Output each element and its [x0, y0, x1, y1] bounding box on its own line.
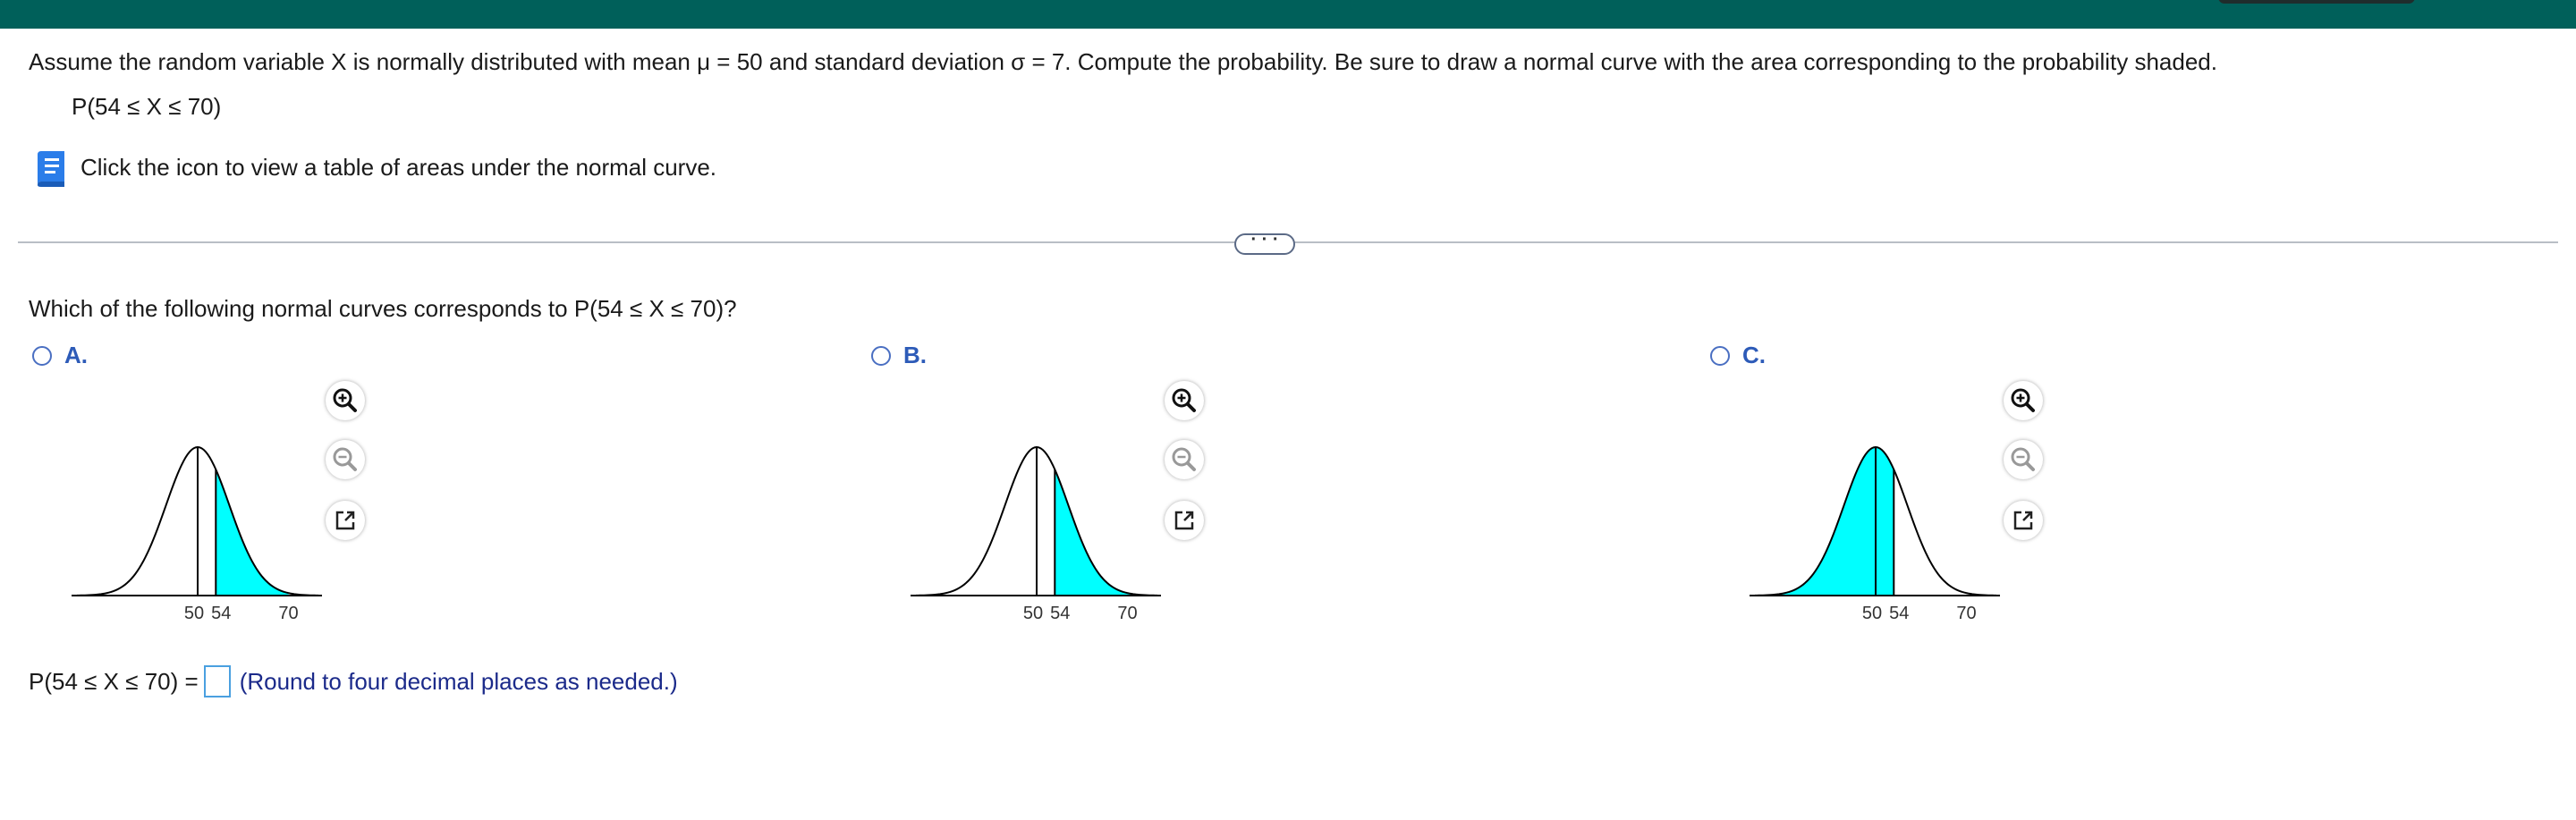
- zoom-out-icon[interactable]: [1165, 440, 1204, 479]
- option-b-graph: 50 54 70: [911, 429, 1179, 626]
- top-right-button[interactable]: [2218, 0, 2415, 4]
- option-c-graph: 50 54 70: [1750, 429, 2018, 626]
- zoom-out-icon[interactable]: [326, 440, 365, 479]
- option-b-tick-label-70: 70: [1117, 604, 1137, 623]
- question-text: Assume the random variable X is normally…: [29, 48, 2217, 75]
- option-c-shaded-area: [1755, 447, 1894, 596]
- answer-input[interactable]: [203, 665, 231, 697]
- zoom-in-icon[interactable]: [1165, 381, 1204, 420]
- option-a-radio[interactable]: [32, 345, 52, 366]
- popout-icon[interactable]: [2004, 501, 2043, 540]
- option-a-shaded-area: [216, 469, 289, 596]
- option-a-graph: 50 54 70: [72, 429, 340, 626]
- table-link-text[interactable]: Click the icon to view a table of areas …: [80, 154, 716, 182]
- option-b[interactable]: B.: [871, 342, 927, 369]
- book-icon[interactable]: [32, 149, 68, 189]
- answer-note: (Round to four decimal places as needed.…: [239, 667, 678, 695]
- popout-icon[interactable]: [1165, 501, 1204, 540]
- option-b-tick-label-50: 50: [1023, 604, 1043, 623]
- popout-icon[interactable]: [326, 501, 365, 540]
- zoom-in-icon[interactable]: [2004, 381, 2043, 420]
- option-a-label: A.: [64, 342, 88, 368]
- option-a-tick-label-70: 70: [278, 604, 298, 623]
- option-a-tick-label-50: 50: [184, 604, 204, 623]
- option-c-tick-label-70: 70: [1956, 604, 1976, 623]
- zoom-out-icon[interactable]: [2004, 440, 2043, 479]
- option-b-shaded-area: [1055, 469, 1157, 596]
- given-probability: P(54 ≤ X ≤ 70): [72, 93, 222, 120]
- option-c-radio[interactable]: [1710, 345, 1730, 366]
- option-b-tick-label-54: 54: [1050, 604, 1070, 623]
- answer-lhs: P(54 ≤ X ≤ 70) =: [29, 667, 199, 695]
- expand-more-button[interactable]: · · ·: [1234, 231, 1295, 255]
- option-a-tick-label-54: 54: [211, 604, 231, 623]
- option-c-tick-label-50: 50: [1862, 604, 1882, 623]
- option-b-label: B.: [903, 342, 927, 368]
- answer-row: P(54 ≤ X ≤ 70) = (Round to four decimal …: [29, 665, 678, 697]
- option-b-radio[interactable]: [871, 345, 891, 366]
- option-c[interactable]: C.: [1710, 342, 1766, 369]
- option-c-tick-label-54: 54: [1889, 604, 1909, 623]
- zoom-in-icon[interactable]: [326, 381, 365, 420]
- option-c-label: C.: [1742, 342, 1766, 368]
- choice-prompt: Which of the following normal curves cor…: [29, 295, 737, 322]
- option-a[interactable]: A.: [32, 342, 88, 369]
- top-bar: [0, 0, 2576, 29]
